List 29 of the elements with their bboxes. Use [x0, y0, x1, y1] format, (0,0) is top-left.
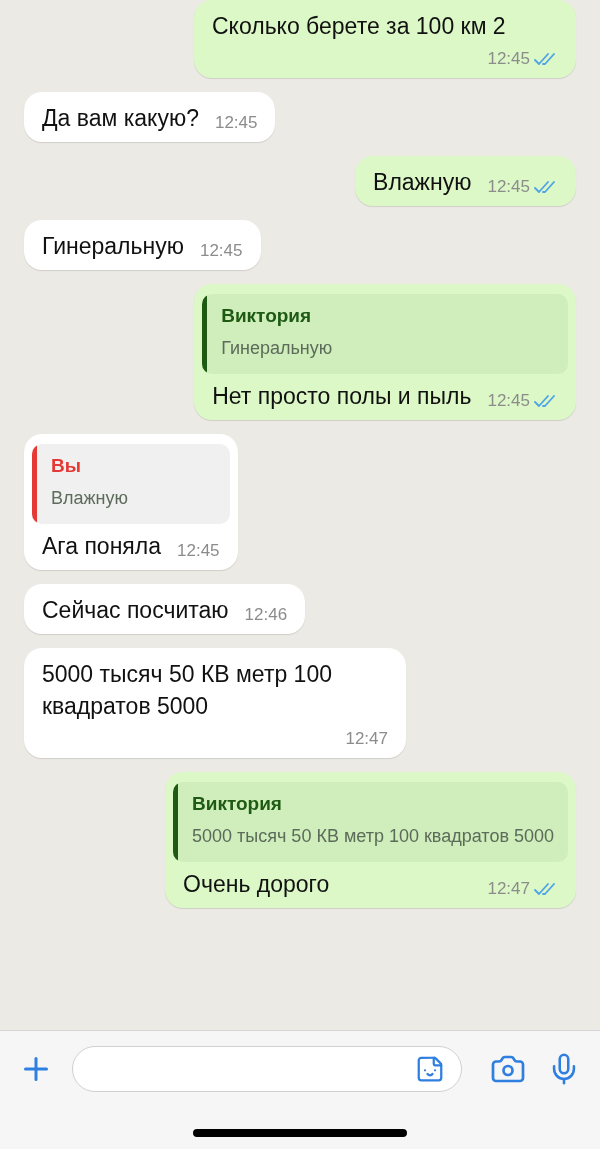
message-time: 12:45: [487, 48, 530, 70]
message-text: Сейчас посчитаю: [42, 596, 229, 625]
message-text: Гинеральную: [42, 232, 184, 261]
message-text: Очень дорого: [183, 870, 331, 899]
quoted-message[interactable]: Виктория Гинеральную: [202, 294, 568, 374]
message-time: 12:45: [177, 540, 220, 562]
quote-text: 5000 тысяч 50 КВ метр 100 квадратов 5000: [192, 825, 554, 848]
quote-text: Гинеральную: [221, 337, 333, 360]
message-time: 12:45: [487, 390, 530, 412]
quoted-message[interactable]: Виктория 5000 тысяч 50 КВ метр 100 квадратов 5000: [173, 782, 568, 862]
message-text: Нет просто полы и пыль: [212, 382, 472, 411]
message-time: 12:45: [487, 176, 530, 198]
message-text: Ага поняла: [42, 532, 162, 561]
message-text: 5000 тысяч 50 КВ метр 100 квадратов 5000: [42, 660, 333, 721]
message-time: 12:47: [487, 878, 530, 900]
message-time: 12:45: [199, 240, 243, 262]
message-text: Сколько берете за 100 км 2: [212, 12, 507, 41]
message-time: 12:47: [345, 728, 388, 750]
quote-author: Вы: [51, 454, 82, 478]
quote-author: Виктория: [192, 792, 283, 816]
message-time: 12:46: [244, 604, 288, 626]
sticker-icon[interactable]: [415, 1054, 445, 1084]
quote-text: Влажную: [51, 487, 128, 510]
quote-author: Виктория: [221, 304, 313, 328]
message-input-field[interactable]: [72, 1046, 462, 1092]
quoted-message[interactable]: Вы Влажную: [32, 444, 230, 524]
message-time: 12:45: [214, 112, 258, 134]
message-text: Да вам какую?: [42, 104, 199, 133]
message-text: Влажную: [373, 168, 472, 197]
